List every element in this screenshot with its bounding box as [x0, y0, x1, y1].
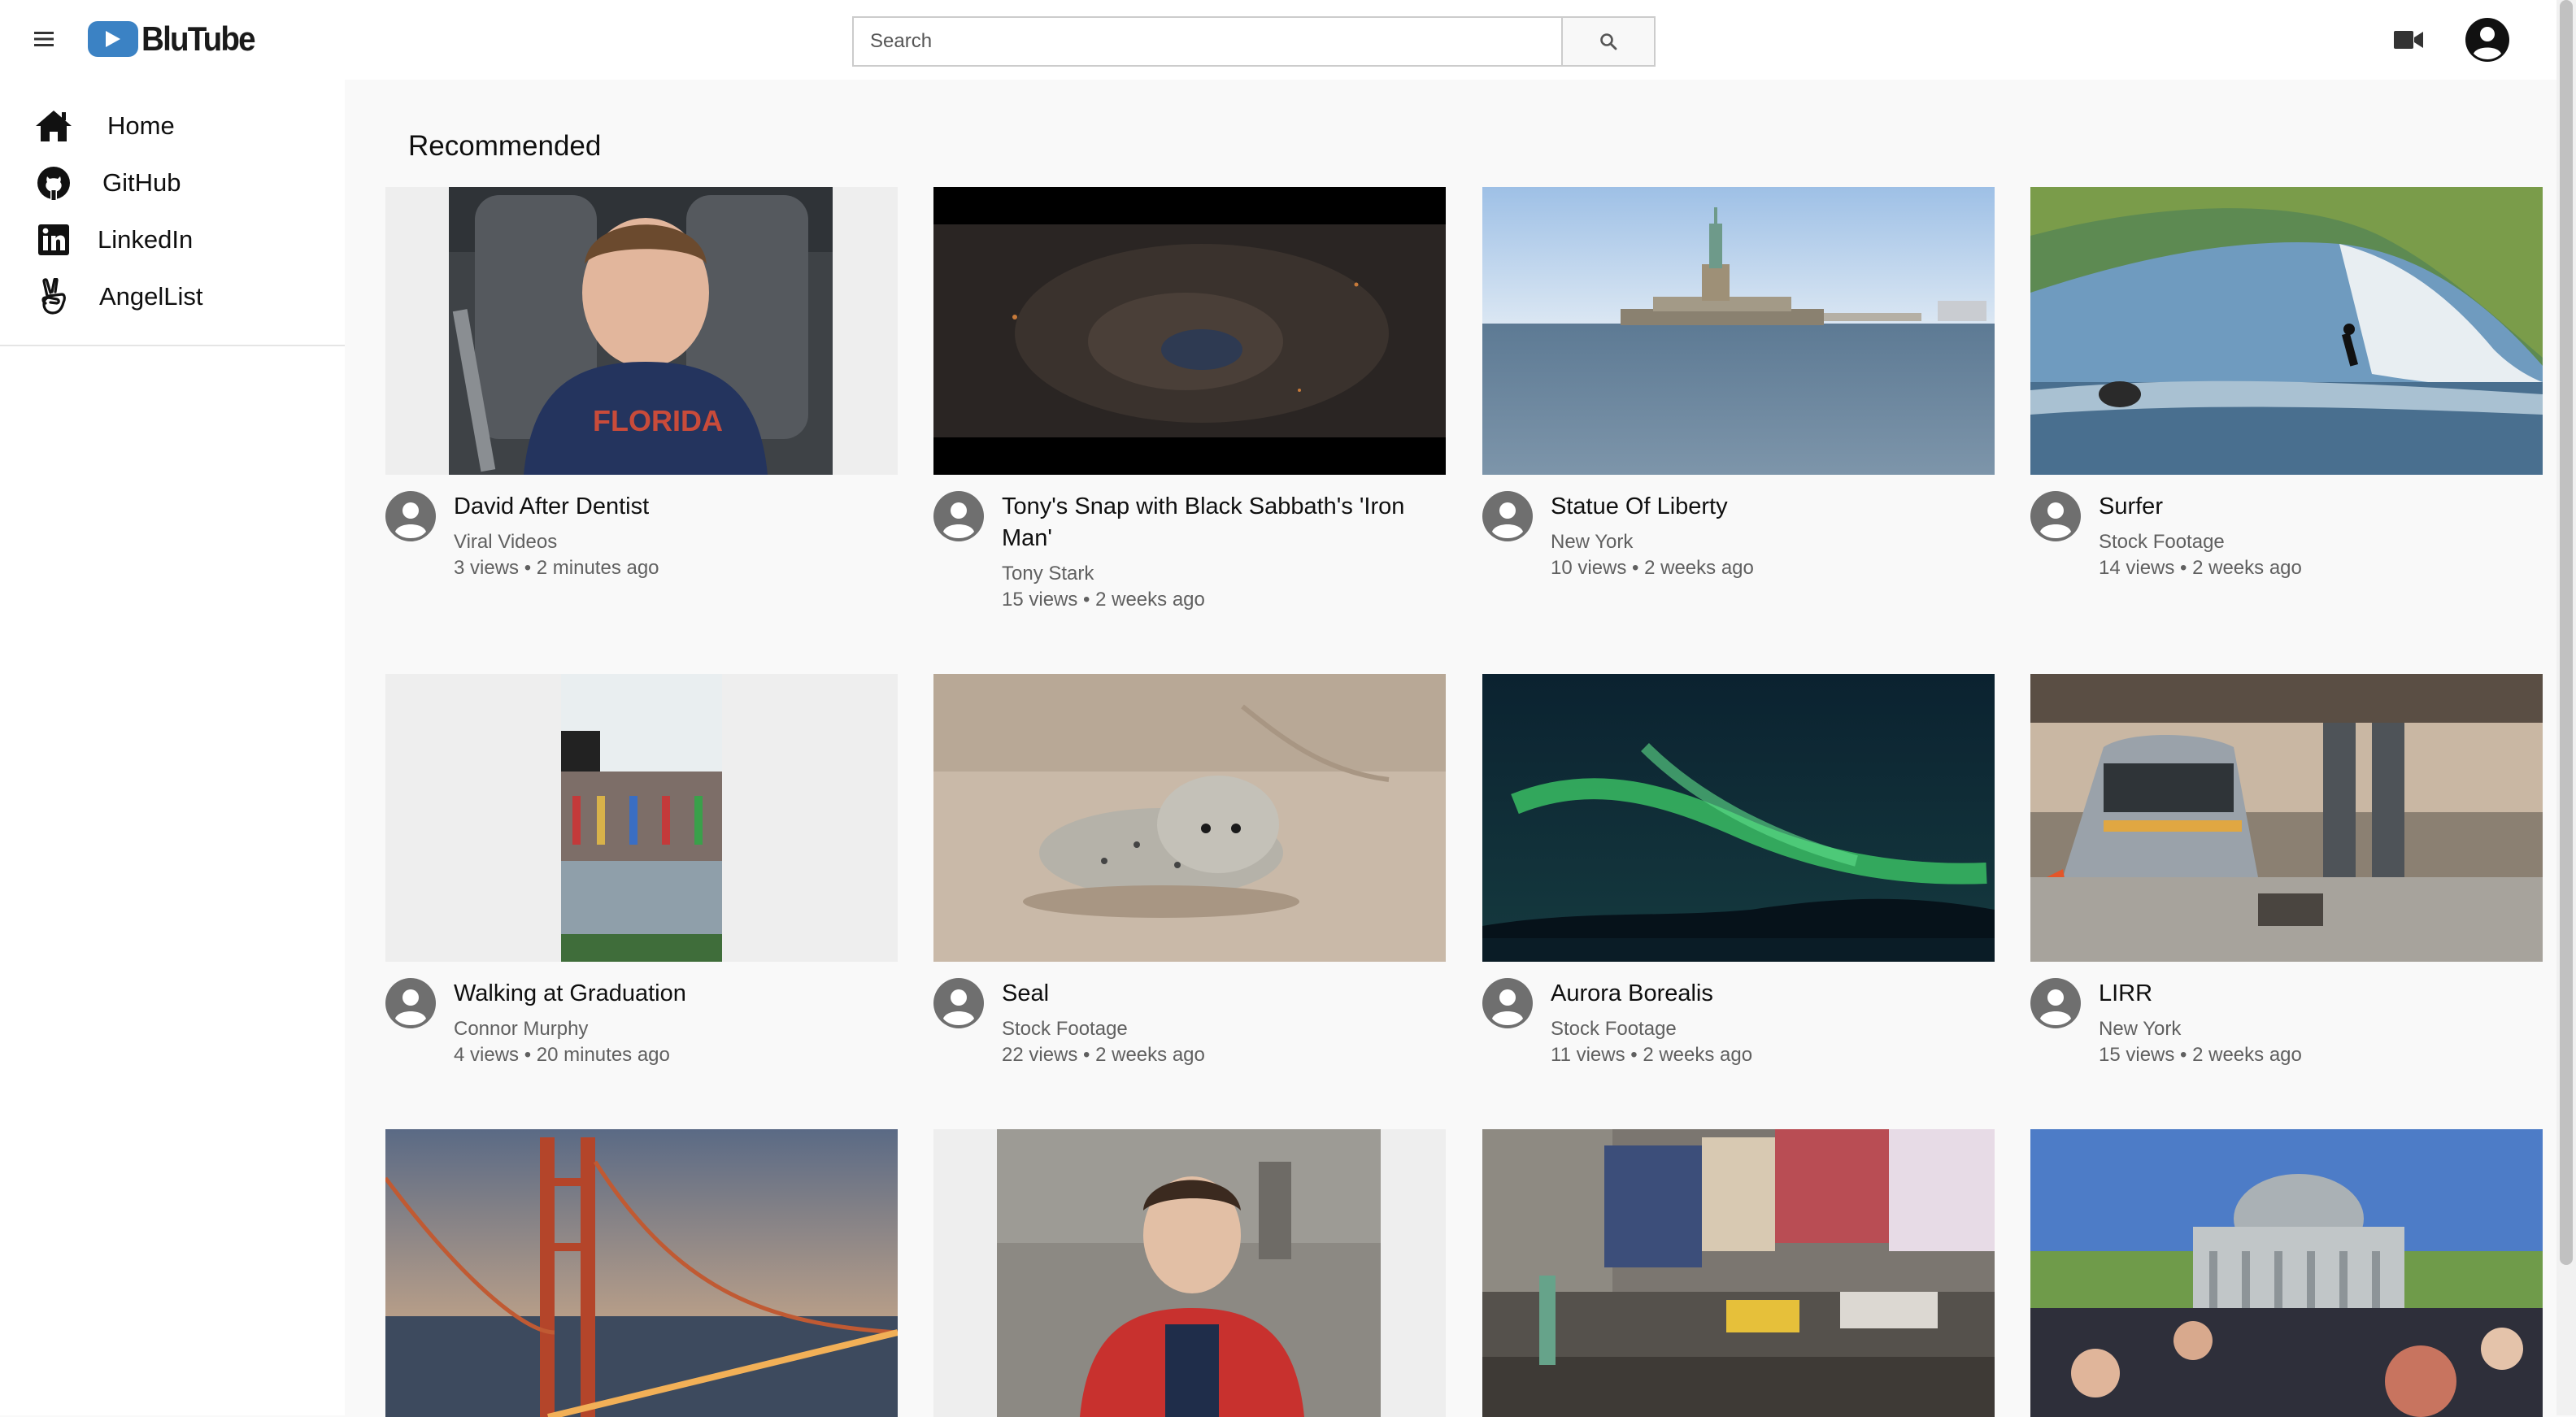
video-card[interactable]: Statue Of Liberty New York 10 views • 2 … [1482, 187, 1995, 581]
sidebar: Home GitHub LinkedIn AngelList [0, 80, 345, 1415]
search-button[interactable] [1561, 16, 1656, 67]
video-card[interactable]: Seal Stock Footage 22 views • 2 weeks ag… [933, 674, 1446, 1068]
search-input[interactable] [852, 16, 1561, 67]
top-header: BluTube [0, 0, 2576, 80]
video-card[interactable]: Tony's Snap with Black Sabbath's 'Iron M… [933, 187, 1446, 613]
channel-name[interactable]: Stock Footage [2099, 529, 2543, 555]
sidebar-item-home[interactable]: Home [0, 98, 345, 154]
section-title: Recommended [408, 130, 602, 162]
svg-text:FLORIDA: FLORIDA [593, 404, 723, 437]
channel-avatar-icon[interactable] [2030, 491, 2081, 541]
video-card[interactable] [385, 1129, 898, 1417]
channel-avatar-icon[interactable] [1482, 978, 1533, 1028]
channel-name[interactable]: Stock Footage [1002, 1016, 1446, 1042]
video-thumbnail[interactable] [933, 187, 1446, 475]
hamburger-menu-icon[interactable] [29, 24, 59, 54]
sidebar-item-label: GitHub [102, 168, 181, 197]
video-stats: 22 views • 2 weeks ago [1002, 1044, 1205, 1066]
video-thumbnail[interactable] [1482, 187, 1995, 475]
channel-name[interactable]: New York [1551, 529, 1995, 555]
video-title[interactable]: Statue Of Liberty [1551, 491, 1995, 523]
blutube-logo[interactable]: BluTube [88, 20, 264, 59]
video-thumbnail[interactable] [385, 674, 898, 962]
sidebar-item-label: AngelList [99, 282, 203, 311]
video-title[interactable]: Aurora Borealis [1551, 978, 1995, 1010]
channel-name[interactable]: Viral Videos [454, 529, 898, 555]
magnifier-icon [1600, 33, 1617, 50]
video-thumbnail[interactable] [1482, 1129, 1995, 1417]
channel-avatar-icon[interactable] [1482, 491, 1533, 541]
search-bar [852, 16, 1656, 67]
sidebar-item-github[interactable]: GitHub [0, 154, 345, 211]
video-thumbnail[interactable] [2030, 187, 2543, 475]
angellist-icon [33, 276, 75, 318]
linkedin-icon [33, 219, 75, 261]
video-camera-icon[interactable] [2391, 24, 2426, 55]
video-stats: 15 views • 2 weeks ago [1002, 589, 1205, 611]
video-stats: 3 views • 2 minutes ago [454, 557, 659, 579]
video-thumbnail[interactable] [933, 674, 1446, 962]
video-title[interactable]: David After Dentist [454, 491, 898, 523]
channel-avatar-icon[interactable] [385, 978, 436, 1028]
account-circle-icon[interactable] [2464, 16, 2511, 63]
video-title[interactable]: Walking at Graduation [454, 978, 898, 1010]
video-card[interactable] [1482, 1129, 1995, 1417]
video-thumbnail[interactable] [2030, 1129, 2543, 1417]
video-card[interactable]: Walking at Graduation Connor Murphy 4 vi… [385, 674, 898, 1068]
page-scrollbar[interactable] [2556, 0, 2576, 1415]
video-card[interactable] [2030, 1129, 2543, 1417]
channel-avatar-icon[interactable] [2030, 978, 2081, 1028]
github-icon [33, 162, 75, 204]
video-card[interactable]: Surfer Stock Footage 14 views • 2 weeks … [2030, 187, 2543, 581]
play-logo-icon [88, 21, 138, 57]
video-title[interactable]: Seal [1002, 978, 1446, 1010]
channel-avatar-icon[interactable] [933, 491, 984, 541]
channel-avatar-icon[interactable] [385, 491, 436, 541]
video-thumbnail[interactable] [2030, 674, 2543, 962]
video-stats: 4 views • 20 minutes ago [454, 1044, 670, 1066]
video-title[interactable]: LIRR [2099, 978, 2543, 1010]
video-thumbnail[interactable] [385, 1129, 898, 1417]
sidebar-item-angellist[interactable]: AngelList [0, 268, 345, 325]
video-thumbnail[interactable]: FLORIDA [385, 187, 898, 475]
home-icon [33, 105, 75, 147]
video-stats: 10 views • 2 weeks ago [1551, 557, 1754, 579]
scrollbar-thumb[interactable] [2560, 0, 2573, 1265]
video-stats: 11 views • 2 weeks ago [1551, 1044, 1753, 1066]
channel-avatar-icon[interactable] [933, 978, 984, 1028]
sidebar-item-label: Home [107, 111, 175, 140]
video-thumbnail[interactable] [933, 1129, 1446, 1417]
logo-text: BluTube [141, 20, 256, 58]
sidebar-item-linkedin[interactable]: LinkedIn [0, 211, 345, 268]
video-card[interactable]: Aurora Borealis Stock Footage 11 views •… [1482, 674, 1995, 1068]
video-thumbnail[interactable] [1482, 674, 1995, 962]
video-card[interactable]: LIRR New York 15 views • 2 weeks ago [2030, 674, 2543, 1068]
video-title[interactable]: Tony's Snap with Black Sabbath's 'Iron M… [1002, 491, 1446, 554]
channel-name[interactable]: Stock Footage [1551, 1016, 1995, 1042]
video-card[interactable]: FLORIDA David After Dentist Viral Videos… [385, 187, 898, 581]
channel-name[interactable]: Tony Stark [1002, 561, 1446, 587]
video-title[interactable]: Surfer [2099, 491, 2543, 523]
channel-name[interactable]: Connor Murphy [454, 1016, 898, 1042]
sidebar-item-label: LinkedIn [98, 225, 194, 254]
sidebar-divider [0, 345, 345, 346]
video-card[interactable] [933, 1129, 1446, 1417]
video-stats: 14 views • 2 weeks ago [2099, 557, 2302, 579]
channel-name[interactable]: New York [2099, 1016, 2543, 1042]
video-stats: 15 views • 2 weeks ago [2099, 1044, 2302, 1066]
